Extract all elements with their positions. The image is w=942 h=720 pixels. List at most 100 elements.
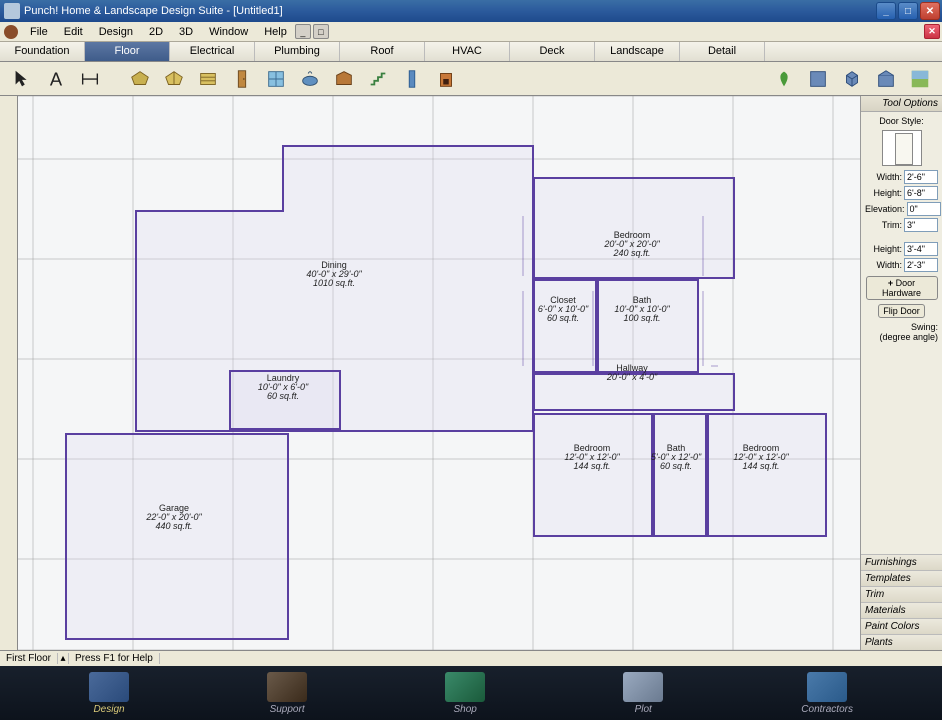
mdi-restore-button[interactable]: □ [313,24,329,39]
view-elevation-icon[interactable] [872,65,900,93]
menu-2d[interactable]: 2D [141,24,171,40]
trim-label: Trim: [865,220,904,230]
bottom-dock: Design Support Shop Plot Contractors [0,666,942,720]
tool-options-title: Tool Options [861,96,942,112]
stair-tool-icon[interactable] [364,65,392,93]
svg-text:60 sq.ft.: 60 sq.ft. [267,391,299,401]
tab-landscape[interactable]: Landscape [595,42,680,61]
svg-text:144 sq.ft.: 144 sq.ft. [742,461,779,471]
svg-text:144 sq.ft.: 144 sq.ft. [573,461,610,471]
panel-templates[interactable]: Templates [861,570,942,586]
view-3d-icon[interactable] [838,65,866,93]
door-hardware-button[interactable]: + Door Hardware [866,276,938,300]
elevation-input[interactable] [907,202,941,216]
svg-text:60 sq.ft.: 60 sq.ft. [660,461,692,471]
swing-label: Swing: [865,322,938,332]
floor-up-icon[interactable]: ▴ [58,653,68,664]
view-render-icon[interactable] [906,65,934,93]
plumbing-tool-icon[interactable] [296,65,324,93]
floor-tool-3-icon[interactable] [194,65,222,93]
mdi-close-button[interactable]: ✕ [924,24,940,39]
view-2d-icon[interactable] [804,65,832,93]
status-floor[interactable]: First Floor [0,653,58,664]
panel-materials[interactable]: Materials [861,602,942,618]
door-tool-icon[interactable] [228,65,256,93]
menu-3d[interactable]: 3D [171,24,201,40]
svg-text:60 sq.ft.: 60 sq.ft. [547,313,579,323]
menu-file[interactable]: File [22,24,56,40]
dimension-tool[interactable] [76,65,104,93]
dock-shop[interactable]: Shop [445,672,485,715]
toolbar: A [0,62,942,96]
door-style-label: Door Style: [865,116,938,126]
tab-hvac[interactable]: HVAC [425,42,510,61]
title-bar: Punch! Home & Landscape Design Suite - [… [0,0,942,22]
svg-text:1010 sq.ft.: 1010 sq.ft. [313,278,355,288]
dock-plot[interactable]: Plot [623,672,663,715]
panel-paint-colors[interactable]: Paint Colors [861,618,942,634]
width2-input[interactable] [904,258,938,272]
trim-input[interactable] [904,218,938,232]
width2-label: Width: [865,260,904,270]
vertical-ruler: ◀ [0,96,18,650]
contractors-icon [807,672,847,702]
eco-tool-icon[interactable] [770,65,798,93]
floorplan-svg: Dining40'-0" x 29'-0"1010 sq.ft.Laundry1… [18,96,860,650]
support-icon [267,672,307,702]
maximize-button[interactable]: □ [898,2,918,20]
width-label: Width: [865,172,904,182]
tab-plumbing[interactable]: Plumbing [255,42,340,61]
tab-deck[interactable]: Deck [510,42,595,61]
svg-text:A: A [50,68,63,89]
tool-options-panel: Tool Options Door Style: Width: Height: … [860,96,942,650]
flip-door-button[interactable]: Flip Door [878,304,925,318]
app-logo-icon [4,25,18,39]
menu-bar: File Edit Design 2D 3D Window Help _ □ ✕ [0,22,942,42]
pointer-tool[interactable] [8,65,36,93]
menu-design[interactable]: Design [91,24,141,40]
tab-electrical[interactable]: Electrical [170,42,255,61]
dock-design[interactable]: Design [89,672,129,715]
menu-window[interactable]: Window [201,24,256,40]
swing-sub-label: (degree angle) [865,332,938,342]
tab-detail[interactable]: Detail [680,42,765,61]
door-style-preview[interactable] [882,130,922,166]
panel-furnishings[interactable]: Furnishings [861,554,942,570]
width-input[interactable] [904,170,938,184]
window-title: Punch! Home & Landscape Design Suite - [… [24,5,283,17]
tab-roof[interactable]: Roof [340,42,425,61]
close-button[interactable]: ✕ [920,2,940,20]
status-bar: First Floor ▴ Press F1 for Help [0,650,942,666]
tab-foundation[interactable]: Foundation [0,42,85,61]
tab-floor[interactable]: Floor [85,42,170,61]
dock-support[interactable]: Support [267,672,307,715]
dock-contractors[interactable]: Contractors [801,672,853,715]
height-label: Height: [865,188,904,198]
column-tool-icon[interactable] [398,65,426,93]
panel-trim[interactable]: Trim [861,586,942,602]
minimize-button[interactable]: _ [876,2,896,20]
fireplace-tool-icon[interactable] [432,65,460,93]
plot-icon [623,672,663,702]
window-tool-icon[interactable] [262,65,290,93]
drawing-canvas[interactable]: Dining40'-0" x 29'-0"1010 sq.ft.Laundry1… [18,96,860,650]
svg-text:240 sq.ft.: 240 sq.ft. [612,248,650,258]
mdi-minimize-button[interactable]: _ [295,24,311,39]
text-tool[interactable]: A [42,65,70,93]
main-area: ◀ [0,96,942,650]
height2-input[interactable] [904,242,938,256]
floor-tool-1-icon[interactable] [126,65,154,93]
cabinet-tool-icon[interactable] [330,65,358,93]
design-icon [89,672,129,702]
menu-help[interactable]: Help [256,24,295,40]
menu-edit[interactable]: Edit [56,24,91,40]
floor-tool-2-icon[interactable] [160,65,188,93]
status-help: Press F1 for Help [68,653,160,664]
category-tabs: Foundation Floor Electrical Plumbing Roo… [0,42,942,62]
height-input[interactable] [904,186,938,200]
svg-text:20'-0" x 4'-0": 20'-0" x 4'-0" [606,372,658,382]
panel-plants[interactable]: Plants [861,634,942,650]
shop-icon [445,672,485,702]
height2-label: Height: [865,244,904,254]
elevation-label: Elevation: [865,204,907,214]
